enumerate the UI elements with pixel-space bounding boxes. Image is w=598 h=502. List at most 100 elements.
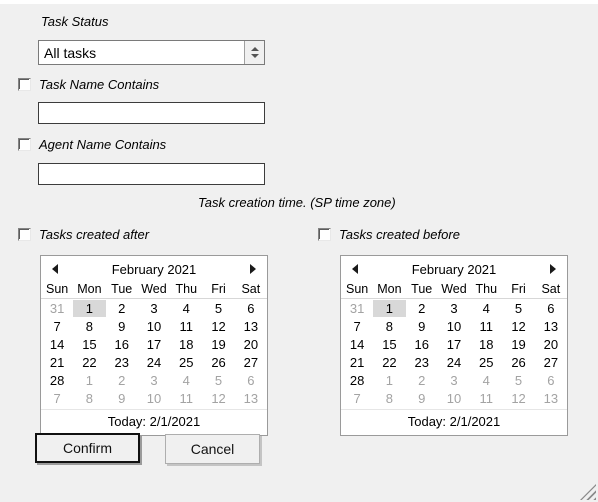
calendar-day-cell[interactable]: 6 [235, 372, 267, 389]
calendar-day[interactable]: 7 [341, 317, 373, 335]
calendar-day[interactable]: 11 [470, 317, 502, 335]
calendar-day-cell[interactable]: 17 [138, 336, 170, 353]
calendar-day[interactable]: 27 [235, 353, 267, 371]
calendar-day-cell[interactable]: 31 [341, 300, 373, 317]
calendar-day-cell[interactable]: 3 [438, 372, 470, 389]
calendar-day[interactable]: 17 [138, 335, 170, 353]
calendar-day-cell[interactable]: 13 [535, 390, 567, 407]
calendar-day[interactable]: 6 [535, 371, 567, 389]
calendar-day-cell[interactable]: 20 [235, 336, 267, 353]
calendar-day-cell[interactable]: 16 [406, 336, 438, 353]
calendar-day-cell[interactable]: 9 [406, 318, 438, 335]
calendar-day-cell[interactable]: 1 [373, 299, 406, 317]
calendar-today-footer[interactable]: Today: 2/1/2021 [341, 409, 567, 435]
calendar-day[interactable]: 2 [406, 371, 438, 389]
calendar-day[interactable]: 23 [106, 353, 138, 371]
calendar-day[interactable]: 25 [170, 353, 202, 371]
resize-grip[interactable] [580, 484, 596, 500]
calendar-day[interactable]: 24 [138, 353, 170, 371]
calendar-day-cell[interactable]: 28 [341, 372, 373, 389]
calendar-day[interactable]: 3 [138, 299, 170, 318]
task-status-combo[interactable]: All tasks [38, 40, 265, 65]
calendar-day-cell[interactable]: 8 [373, 390, 405, 407]
tasks-created-before-checkbox[interactable] [318, 228, 331, 241]
calendar-day[interactable]: 12 [502, 317, 534, 335]
calendar-day[interactable]: 26 [202, 353, 234, 371]
calendar-day[interactable]: 4 [470, 371, 502, 389]
calendar-day-cell[interactable]: 25 [470, 354, 502, 371]
calendar-day[interactable]: 31 [41, 299, 73, 318]
calendar-day[interactable]: 18 [170, 335, 202, 353]
calendar-day-cell[interactable]: 5 [502, 372, 534, 389]
calendar-day[interactable]: 18 [470, 335, 502, 353]
calendar-day-cell[interactable]: 6 [535, 372, 567, 389]
calendar-day[interactable]: 9 [406, 317, 438, 335]
calendar-day[interactable]: 13 [235, 317, 267, 335]
spinner-down-icon[interactable] [250, 54, 259, 58]
calendar-day[interactable]: 8 [373, 389, 405, 407]
agent-name-input[interactable] [38, 163, 265, 185]
calendar-day[interactable]: 21 [341, 353, 373, 371]
tasks-created-after-row[interactable]: Tasks created after [18, 227, 149, 242]
calendar-day-cell[interactable]: 10 [138, 390, 170, 407]
calendar-prev-month-button[interactable] [49, 264, 61, 274]
calendar-day-cell[interactable]: 13 [235, 318, 267, 335]
calendar-day-cell[interactable]: 15 [373, 336, 405, 353]
calendar-day[interactable]: 24 [438, 353, 470, 371]
calendar-day-cell[interactable]: 11 [470, 318, 502, 335]
calendar-day-cell[interactable]: 1 [73, 372, 105, 389]
calendar-day[interactable]: 8 [373, 317, 405, 335]
calendar-day-cell[interactable]: 5 [202, 372, 234, 389]
calendar-day-cell[interactable]: 26 [502, 354, 534, 371]
calendar-day-cell[interactable]: 2 [106, 372, 138, 389]
calendar-day[interactable]: 14 [341, 335, 373, 353]
calendar-day-cell[interactable]: 3 [138, 300, 170, 317]
calendar-day-cell[interactable]: 28 [41, 372, 73, 389]
calendar-next-month-button[interactable] [247, 264, 259, 274]
calendar-day-cell[interactable]: 12 [502, 390, 534, 407]
calendar-day-cell[interactable]: 1 [373, 372, 405, 389]
calendar-day[interactable]: 7 [41, 317, 73, 335]
calendar-day-cell[interactable]: 13 [235, 390, 267, 407]
calendar-day-cell[interactable]: 23 [106, 354, 138, 371]
calendar-prev-month-button[interactable] [349, 264, 361, 274]
calendar-day-cell[interactable]: 2 [106, 300, 138, 317]
calendar-day[interactable]: 12 [202, 389, 234, 407]
calendar-day[interactable]: 26 [502, 353, 534, 371]
calendar-day[interactable]: 4 [170, 371, 202, 389]
calendar-day-cell[interactable]: 18 [470, 336, 502, 353]
calendar-day[interactable]: 16 [106, 335, 138, 353]
calendar-day[interactable]: 4 [170, 299, 202, 318]
calendar-day-cell[interactable]: 19 [202, 336, 234, 353]
calendar-day-cell[interactable]: 9 [406, 390, 438, 407]
calendar-day-cell[interactable]: 21 [341, 354, 373, 371]
calendar-day[interactable]: 1 [73, 299, 106, 318]
tasks-created-before-row[interactable]: Tasks created before [318, 227, 460, 242]
calendar-day[interactable]: 27 [535, 353, 567, 371]
calendar-day[interactable]: 6 [535, 299, 567, 318]
calendar-day-cell[interactable]: 10 [438, 390, 470, 407]
calendar-day-cell[interactable]: 9 [106, 390, 138, 407]
calendar-day[interactable]: 8 [73, 317, 105, 335]
calendar-day-cell[interactable]: 8 [373, 318, 405, 335]
calendar-day[interactable]: 11 [170, 389, 202, 407]
calendar-day[interactable]: 13 [535, 389, 567, 407]
calendar-day-cell[interactable]: 4 [170, 300, 202, 317]
calendar-day[interactable]: 10 [138, 317, 170, 335]
spinner-up-icon[interactable] [250, 47, 259, 51]
calendar-day[interactable]: 4 [470, 299, 502, 318]
calendar-day[interactable]: 13 [535, 317, 567, 335]
calendar-day[interactable]: 1 [373, 299, 406, 318]
calendar-day[interactable]: 31 [341, 299, 373, 318]
calendar-day-cell[interactable]: 8 [73, 318, 105, 335]
calendar-day[interactable]: 23 [406, 353, 438, 371]
calendar-day-cell[interactable]: 22 [73, 354, 105, 371]
calendar-day-cell[interactable]: 10 [438, 318, 470, 335]
task-name-input[interactable] [38, 102, 265, 124]
calendar-day-cell[interactable]: 5 [502, 300, 534, 317]
calendar-day[interactable]: 28 [41, 371, 73, 389]
calendar-day[interactable]: 3 [438, 299, 470, 318]
agent-name-contains-checkbox[interactable] [18, 138, 31, 151]
calendar-day-cell[interactable]: 16 [106, 336, 138, 353]
calendar-day[interactable]: 7 [341, 389, 373, 407]
